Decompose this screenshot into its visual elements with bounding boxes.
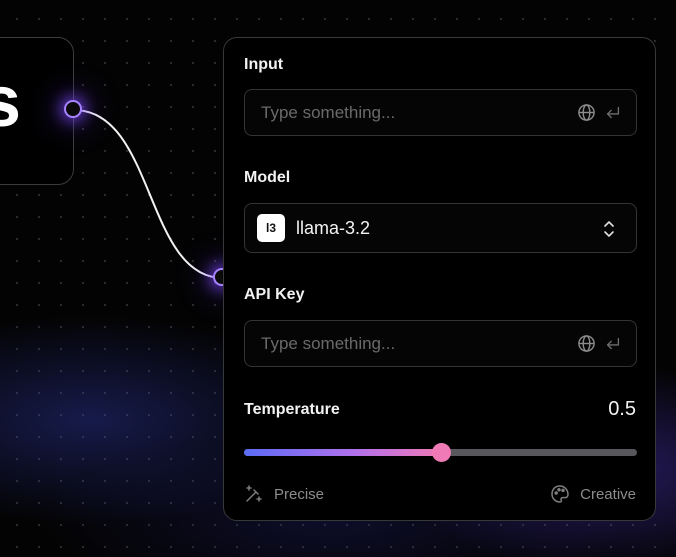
globe-icon[interactable] — [577, 334, 596, 353]
input-field-container[interactable] — [244, 89, 637, 136]
input-label: Input — [244, 56, 284, 73]
temperature-label: Temperature — [244, 401, 340, 418]
output-port[interactable] — [64, 100, 82, 118]
model-selected-value: llama-3.2 — [296, 218, 371, 238]
model-label: Model — [244, 169, 291, 186]
globe-icon[interactable] — [577, 103, 596, 122]
palette-icon — [550, 484, 570, 504]
chevron-up-down-icon[interactable] — [602, 219, 616, 239]
creative-hint: Creative — [550, 484, 636, 504]
creative-label: Creative — [580, 485, 636, 503]
temperature-slider[interactable] — [244, 443, 637, 462]
input-field[interactable] — [261, 90, 561, 135]
temperature-value: 0.5 — [608, 398, 636, 420]
api-key-field-container[interactable] — [244, 320, 637, 367]
sparkle-wand-icon — [244, 484, 264, 504]
node-settings-panel: Input Model l3 llama-3.2 — [223, 37, 656, 521]
temperature-slider-thumb[interactable] — [431, 443, 451, 462]
precise-label: Precise — [274, 485, 325, 503]
precise-hint: Precise — [244, 484, 324, 504]
model-logo: l3 — [257, 214, 285, 242]
model-select[interactable]: l3 llama-3.2 — [244, 203, 637, 253]
temperature-slider-fill — [244, 449, 441, 456]
enter-icon[interactable] — [604, 335, 622, 353]
api-key-label: API Key — [244, 286, 305, 303]
api-key-field[interactable] — [261, 321, 561, 366]
enter-icon[interactable] — [604, 104, 622, 122]
